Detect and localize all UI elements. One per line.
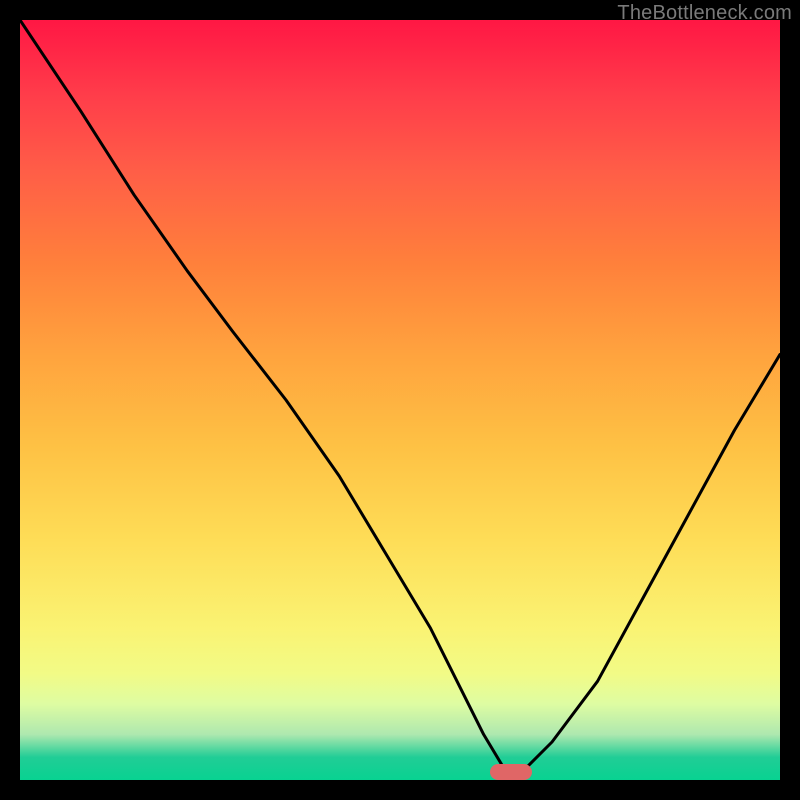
chart-container: TheBottleneck.com xyxy=(0,0,800,800)
optimal-marker xyxy=(490,764,532,780)
bottleneck-curve xyxy=(20,20,780,780)
plot-area xyxy=(20,20,780,780)
